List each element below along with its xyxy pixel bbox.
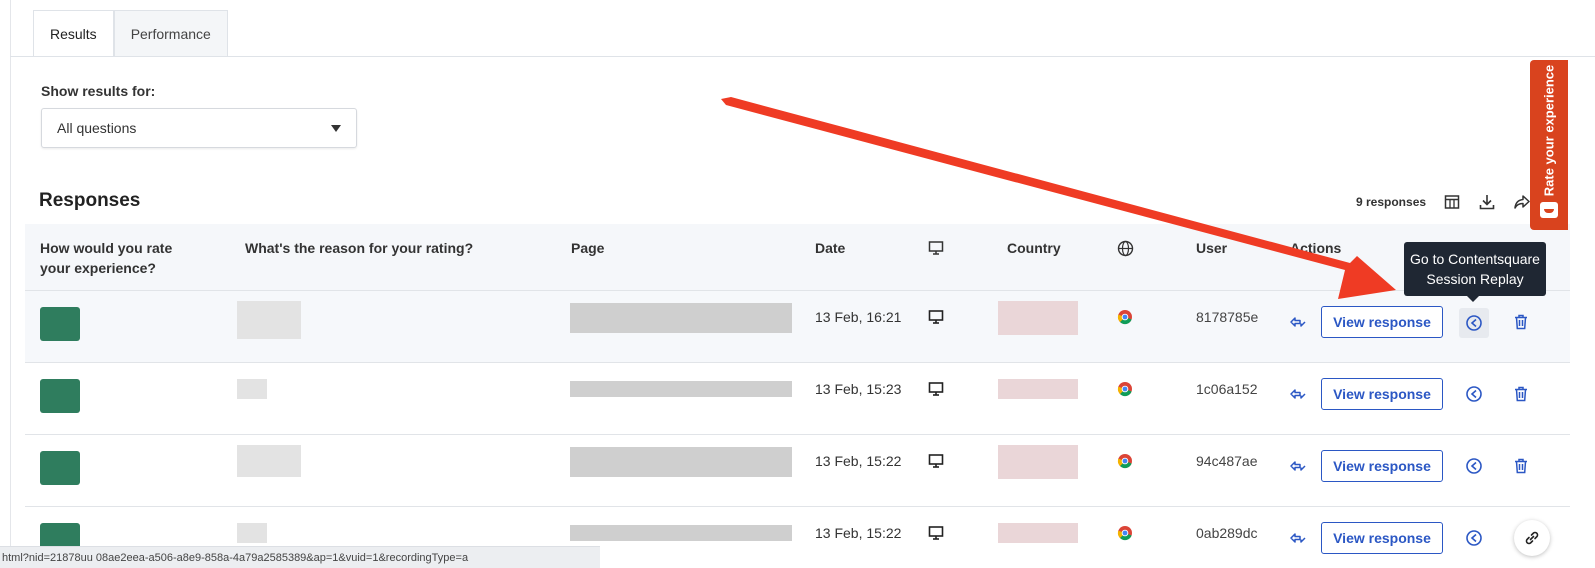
responses-heading: Responses — [39, 190, 141, 211]
redacted-page — [570, 447, 792, 477]
user-id: 1c06a152 — [1196, 381, 1258, 397]
link-icon — [1525, 531, 1539, 545]
desktop-icon — [928, 453, 944, 474]
session-replay-button[interactable] — [1460, 524, 1488, 552]
share-icon — [1514, 195, 1530, 209]
tag-arrows-icon — [1290, 533, 1306, 543]
rating-love-icon — [40, 379, 80, 413]
response-date: 13 Feb, 15:23 — [815, 381, 902, 397]
table-row: 13 Feb, 15:23 1c06a152 View response — [25, 363, 1570, 435]
header-reason: What's the reason for your rating? — [245, 240, 474, 256]
tooltip-line-1: Go to Contentsquare — [1410, 251, 1540, 267]
session-replay-icon — [1466, 530, 1482, 546]
response-date: 13 Feb, 15:22 — [815, 453, 902, 469]
table-columns-icon — [1444, 195, 1460, 209]
redacted-country — [998, 301, 1078, 335]
desktop-icon — [928, 525, 944, 546]
tabs-divider — [10, 56, 1595, 57]
trash-icon — [1515, 386, 1527, 402]
tab-performance[interactable]: Performance — [113, 10, 228, 57]
question-filter-value: All questions — [57, 120, 137, 136]
rating-love-icon — [40, 307, 80, 341]
user-id: 0ab289dc — [1196, 525, 1258, 541]
session-replay-icon — [1466, 458, 1482, 474]
desktop-icon — [928, 309, 944, 330]
header-page: Page — [571, 240, 605, 256]
response-date: 13 Feb, 16:21 — [815, 309, 902, 325]
desktop-icon — [928, 381, 944, 402]
user-id: 94c487ae — [1196, 453, 1258, 469]
tab-bar: Results Performance — [33, 10, 228, 57]
header-user: User — [1196, 240, 1228, 256]
redacted-reason — [237, 379, 267, 399]
browser-status-url: html?nid=21878uu 08ae2eea-a506-a8e9-858a… — [0, 546, 600, 568]
header-date: Date — [815, 240, 846, 256]
chrome-icon — [1117, 381, 1133, 402]
response-date: 13 Feb, 15:22 — [815, 525, 902, 541]
session-replay-icon — [1466, 315, 1482, 331]
delete-button[interactable] — [1507, 452, 1535, 480]
monitor-icon — [928, 241, 944, 255]
header-device — [928, 240, 944, 261]
table-header: How would you rate your experience? What… — [25, 224, 1570, 291]
redacted-reason — [237, 301, 301, 339]
smiley-icon — [1540, 202, 1558, 218]
view-response-button[interactable]: View response — [1321, 306, 1443, 338]
redacted-page — [570, 525, 792, 541]
table-row: 13 Feb, 16:21 8178785e View response — [25, 291, 1570, 363]
question-filter-select[interactable]: All questions — [41, 108, 357, 148]
survey-results-page: Results Performance Show results for: Al… — [0, 0, 1595, 568]
delete-button[interactable] — [1507, 308, 1535, 336]
session-action-button[interactable] — [1284, 452, 1312, 480]
header-country: Country — [1007, 240, 1061, 256]
rate-experience-label-wrap: Rate your experience — [1531, 60, 1567, 200]
session-replay-button[interactable] — [1460, 452, 1488, 480]
left-border — [10, 0, 11, 568]
trash-icon — [1515, 458, 1527, 474]
header-actions: Actions — [1290, 240, 1342, 256]
session-replay-tooltip: Go to Contentsquare Session Replay — [1404, 242, 1546, 302]
download-icon — [1479, 195, 1495, 210]
delete-button[interactable] — [1507, 380, 1535, 408]
redacted-page — [570, 303, 792, 333]
responses-count: 9 responses — [1356, 195, 1427, 209]
header-rating: How would you rate your experience? — [40, 240, 173, 276]
user-id: 8178785e — [1196, 309, 1259, 325]
chrome-icon — [1117, 309, 1133, 330]
rate-experience-label: Rate your experience — [1541, 64, 1557, 196]
redacted-country — [998, 523, 1078, 543]
trash-icon — [1515, 314, 1527, 330]
header-browser — [1117, 240, 1134, 262]
chrome-icon — [1117, 453, 1133, 474]
filter-label: Show results for: — [41, 83, 156, 99]
caret-down-icon — [331, 124, 341, 132]
tag-arrows-icon — [1290, 461, 1306, 471]
redacted-page — [570, 381, 792, 397]
rating-love-icon — [40, 451, 80, 485]
tag-arrows-icon — [1290, 389, 1306, 399]
redacted-reason — [237, 523, 267, 543]
view-response-button[interactable]: View response — [1321, 522, 1443, 554]
columns-button[interactable] — [1442, 192, 1462, 212]
chrome-icon — [1117, 525, 1133, 546]
download-button[interactable] — [1477, 192, 1497, 212]
redacted-country — [998, 445, 1078, 479]
globe-icon — [1117, 240, 1134, 257]
table-row: 13 Feb, 15:22 94c487ae View response — [25, 435, 1570, 507]
session-action-button[interactable] — [1284, 524, 1312, 552]
tooltip-line-2: Session Replay — [1426, 271, 1524, 287]
session-replay-icon — [1466, 386, 1482, 402]
redacted-reason — [237, 445, 301, 477]
view-response-button[interactable]: View response — [1321, 450, 1443, 482]
tag-arrows-icon — [1290, 317, 1306, 327]
redacted-country — [998, 379, 1078, 399]
view-response-button[interactable]: View response — [1321, 378, 1443, 410]
tab-results[interactable]: Results — [33, 10, 114, 57]
session-action-button[interactable] — [1284, 380, 1312, 408]
share-button[interactable] — [1512, 192, 1532, 212]
session-replay-button[interactable] — [1459, 308, 1489, 338]
copy-link-button[interactable] — [1514, 520, 1550, 556]
session-replay-button[interactable] — [1460, 380, 1488, 408]
session-action-button[interactable] — [1284, 308, 1312, 336]
